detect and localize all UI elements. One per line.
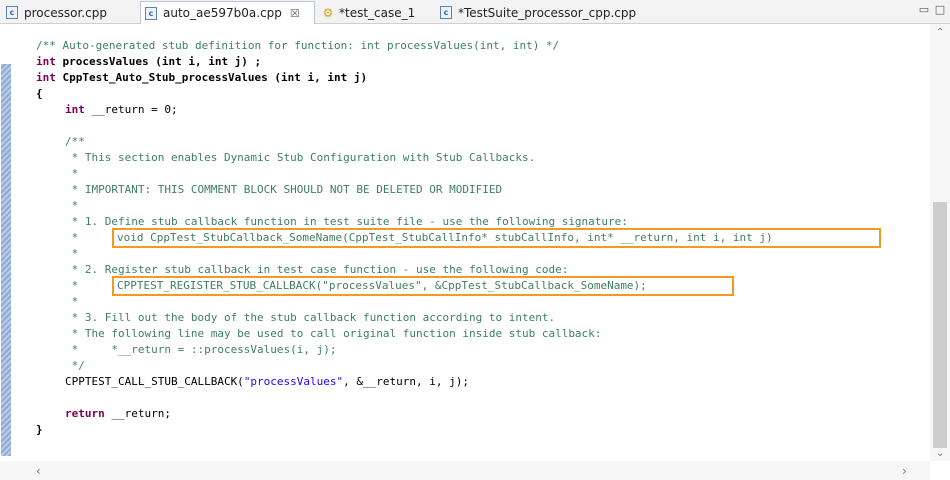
tab-label: *TestSuite_processor_cpp.cpp [458,5,637,20]
minimize-icon[interactable]: ▭ [918,4,930,16]
editor-tab-bar: c processor.cpp c auto_ae597b0a.cpp ☒ ⚙ … [0,0,950,24]
keyword: int [36,55,56,68]
code-text: processValues (int i, int j) ; [55,55,262,68]
tab-label: *test_case_1 [339,5,416,20]
code-line-21: CPPTEST_CALL_STUB_CALLBACK("processValue… [65,374,469,390]
code-line-8: * [65,167,79,180]
keyword: return [65,407,105,420]
code-line-7: * This section enables Dynamic Stub Conf… [65,151,536,164]
code-text: __return = 0; [84,103,178,116]
gear-icon: ⚙ [322,5,334,20]
cpp-file-icon: c [6,6,18,19]
cpp-file-icon: c [145,6,157,20]
comment-star: * [65,279,79,292]
horizontal-scrollbar[interactable]: ‹ › [0,461,930,480]
code-line-22: return __return; [65,406,171,422]
code-line-15: * CPPTEST_REGISTER_STUB_CALLBACK("process… [65,278,647,294]
code-line-1: /** Auto-generated stub definition for f… [36,39,560,52]
code-text: __return; [104,407,171,420]
code-text: , &__return, i, j); [343,375,469,388]
scroll-up-icon[interactable]: ⌃ [936,27,944,38]
code-line-16: * [65,295,79,308]
code-line-20: */ [65,359,85,372]
callback-signature-highlight [112,228,881,248]
code-editor[interactable]: /** Auto-generated stub definition for f… [0,24,950,480]
vertical-scrollbar[interactable]: ⌃ ⌄ [930,24,950,461]
scroll-right-icon[interactable]: › [902,464,907,478]
register-callback-highlight [112,276,734,296]
tab-processor-cpp[interactable]: c processor.cpp [2,2,137,23]
close-tab-icon[interactable]: ☒ [290,7,300,20]
code-line-5: int __return = 0; [65,102,178,118]
tab-auto-ae597b0a-cpp[interactable]: c auto_ae597b0a.cpp ☒ [140,1,315,24]
code-line-4: { [36,87,43,100]
tab-test-case-1[interactable]: ⚙ *test_case_1 [318,2,428,23]
tab-label: auto_ae597b0a.cpp [163,6,282,20]
code-line-9: * IMPORTANT: THIS COMMENT BLOCK SHOULD N… [65,183,503,196]
keyword: int [65,103,85,116]
scroll-left-icon[interactable]: ‹ [36,464,41,478]
tab-testsuite-processor-cpp[interactable]: c *TestSuite_processor_cpp.cpp [430,2,670,23]
maximize-icon[interactable]: □ [934,4,946,16]
code-line-23: } [36,423,43,436]
code-line-12: * void CppTest_StubCallback_SomeName(CppT… [65,230,773,246]
code-line-10: * [65,199,79,212]
code-line-3: int CppTest_Auto_Stub_processValues (int… [36,70,367,86]
scroll-down-icon[interactable]: ⌄ [936,448,944,459]
code-line-13: * [65,247,79,260]
keyword: int [36,71,56,84]
code-line-2: int processValues (int i, int j) ; [36,54,261,70]
code-text-area[interactable]: /** Auto-generated stub definition for f… [0,38,930,458]
code-text: CppTest_Auto_Stub_processValues (int i, … [55,71,368,84]
code-line-19: * *__return = ::processValues(i, j); [65,343,337,356]
comment-star: * [65,231,79,244]
vertical-scroll-thumb[interactable] [933,202,947,448]
code-text: CPPTEST_CALL_STUB_CALLBACK( [65,375,244,388]
code-line-18: * The following line may be used to call… [65,327,602,340]
string-literal: "processValues" [243,375,344,388]
tab-label: processor.cpp [24,5,107,20]
code-line-6: /** [65,135,85,148]
cpp-file-icon: c [440,6,452,19]
code-line-17: * 3. Fill out the body of the stub callb… [65,311,556,324]
